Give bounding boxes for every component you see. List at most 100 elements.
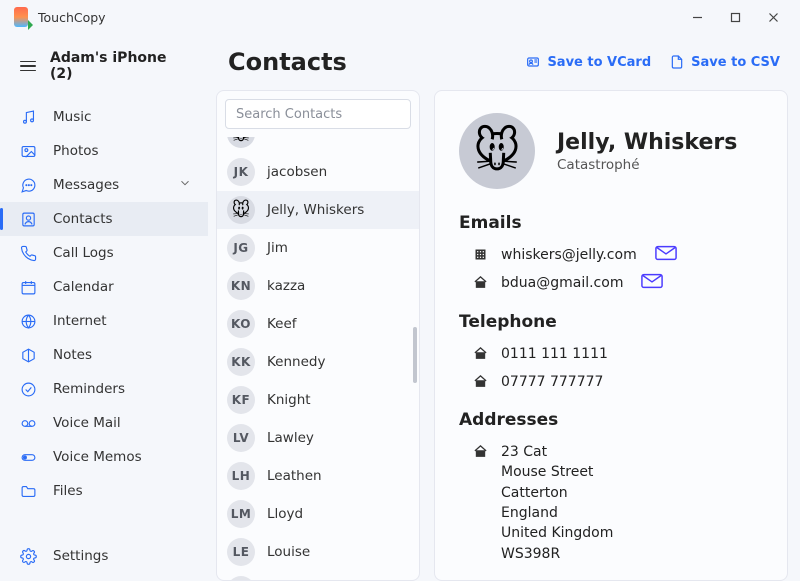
search-input[interactable] xyxy=(225,99,411,129)
csv-icon xyxy=(669,54,685,70)
contact-initials: JG xyxy=(227,234,255,262)
sidebar-item-reminders[interactable]: Reminders xyxy=(0,372,208,406)
folder-icon xyxy=(20,483,37,500)
gear-icon xyxy=(20,548,37,565)
sidebar-item-messages[interactable]: Messages xyxy=(0,168,208,202)
phone-value: 0111 111 1111 xyxy=(501,344,608,364)
sidebar-item-label: Contacts xyxy=(53,211,113,227)
section-title-addresses: Addresses xyxy=(459,410,763,430)
sidebar: Adam's iPhone (2) MusicPhotosMessagesCon… xyxy=(0,34,208,581)
contact-row[interactable]: KO Keef xyxy=(217,305,419,343)
sidebar-item-internet[interactable]: Internet xyxy=(0,304,208,338)
window-minimize-button[interactable] xyxy=(678,3,716,31)
contact-name: Jelly, Whiskers xyxy=(557,130,737,155)
sidebar-item-calllogs[interactable]: Call Logs xyxy=(0,236,208,270)
sidebar-item-label: Reminders xyxy=(53,381,125,397)
chat-icon xyxy=(20,177,37,194)
sidebar-item-files[interactable]: Files xyxy=(0,474,208,508)
sidebar-item-voicememos[interactable]: Voice Memos xyxy=(0,440,208,474)
sidebar-item-settings[interactable]: Settings xyxy=(0,539,208,573)
contact-list-panel: 🐭JKjacobsen🐭Jelly, WhiskersJGJimKNkazzaK… xyxy=(216,90,420,581)
contact-row[interactable]: KF Knight xyxy=(217,381,419,419)
hamburger-menu-icon[interactable] xyxy=(20,61,36,72)
contact-initials: KF xyxy=(227,386,255,414)
section-title-telephone: Telephone xyxy=(459,312,763,332)
contact-row-name: Lloyd xyxy=(267,506,303,522)
contact-row-name: Kennedy xyxy=(267,354,325,370)
contact-row[interactable]: 🐭 xyxy=(217,137,419,153)
section-title-emails: Emails xyxy=(459,213,763,233)
sidebar-item-label: Voice Mail xyxy=(53,415,121,431)
contact-initials: LE xyxy=(227,538,255,566)
contact-avatar-icon: 🐭 xyxy=(227,196,255,224)
contact-row[interactable]: LV Lawley xyxy=(217,419,419,457)
contact-initials: LM xyxy=(227,500,255,528)
address-row: 23 CatMouse StreetCattertonEnglandUnited… xyxy=(459,438,763,568)
home-icon xyxy=(473,346,489,362)
contact-row-name: Knight xyxy=(267,392,311,408)
scrollbar-thumb[interactable] xyxy=(413,327,417,383)
contact-row-name: Lawley xyxy=(267,430,314,446)
photo-icon xyxy=(20,143,37,160)
app-title: TouchCopy xyxy=(38,10,106,25)
contact-initials: LV xyxy=(227,424,255,452)
music-icon xyxy=(20,109,37,126)
building-icon xyxy=(473,247,489,263)
envelope-icon[interactable] xyxy=(655,245,677,261)
sidebar-item-label: Calendar xyxy=(53,279,114,295)
email-row: bdua@gmail.com xyxy=(459,269,763,297)
contact-row-name: Keef xyxy=(267,316,297,332)
vcard-icon xyxy=(525,54,541,70)
save-csv-button[interactable]: Save to CSV xyxy=(669,54,780,70)
address-value: 23 CatMouse StreetCattertonEnglandUnited… xyxy=(501,442,613,564)
phone-row: 07777 777777 xyxy=(459,368,763,396)
save-vcard-button[interactable]: Save to VCard xyxy=(525,54,651,70)
contact-list[interactable]: 🐭JKjacobsen🐭Jelly, WhiskersJGJimKNkazzaK… xyxy=(217,137,419,580)
contact-row[interactable]: KK Kennedy xyxy=(217,343,419,381)
contact-row[interactable]: JGJim xyxy=(217,229,419,267)
home-icon xyxy=(473,275,489,291)
contact-initials: KO xyxy=(227,310,255,338)
contact-row[interactable]: LH Leathen xyxy=(217,457,419,495)
sidebar-item-voicemail[interactable]: Voice Mail xyxy=(0,406,208,440)
contact-initials: LH xyxy=(227,462,255,490)
sidebar-item-calendar[interactable]: Calendar xyxy=(0,270,208,304)
contact-row[interactable]: LM Lloyd xyxy=(217,495,419,533)
note-icon xyxy=(20,347,37,364)
contact-detail-panel: 🐭 Jelly, Whiskers Catastrophé Emails whi… xyxy=(434,90,788,581)
window-close-button[interactable] xyxy=(754,3,792,31)
home-icon xyxy=(473,374,489,390)
contact-row[interactable]: 🐭Jelly, Whiskers xyxy=(217,191,419,229)
main-area: Contacts Save to VCard Save to CSV 🐭JKja… xyxy=(208,34,800,581)
contact-initials: KK xyxy=(227,348,255,376)
sidebar-item-contacts[interactable]: Contacts xyxy=(0,202,208,236)
window-maximize-button[interactable] xyxy=(716,3,754,31)
chevron-down-icon xyxy=(178,176,192,194)
home-icon xyxy=(473,444,489,460)
contact-row[interactable]: JKjacobsen xyxy=(217,153,419,191)
contact-initials: LF xyxy=(227,576,255,580)
app-logo-icon xyxy=(14,7,28,27)
contact-avatar-icon: 🐭 xyxy=(227,137,255,148)
sidebar-item-label: Photos xyxy=(53,143,99,159)
contact-row[interactable]: KNkazza xyxy=(217,267,419,305)
contact-row-name: Leathen xyxy=(267,468,322,484)
phone-value: 07777 777777 xyxy=(501,372,603,392)
globe-icon xyxy=(20,313,37,330)
voicemail-icon xyxy=(20,415,37,432)
sidebar-item-label: Call Logs xyxy=(53,245,114,261)
contact-row[interactable]: LFLucynda xyxy=(217,571,419,580)
sidebar-item-notes[interactable]: Notes xyxy=(0,338,208,372)
sidebar-item-label: Voice Memos xyxy=(53,449,142,465)
contact-row[interactable]: LE Louise xyxy=(217,533,419,571)
titlebar: TouchCopy xyxy=(0,0,800,34)
phone-icon xyxy=(20,245,37,262)
contact-row-name: Louise xyxy=(267,544,310,560)
email-value: whiskers@jelly.com xyxy=(501,245,637,265)
sidebar-item-music[interactable]: Music xyxy=(0,100,208,134)
sidebar-item-photos[interactable]: Photos xyxy=(0,134,208,168)
envelope-icon[interactable] xyxy=(641,273,663,289)
email-value: bdua@gmail.com xyxy=(501,273,623,293)
calendar-icon xyxy=(20,279,37,296)
contact-initials: KN xyxy=(227,272,255,300)
